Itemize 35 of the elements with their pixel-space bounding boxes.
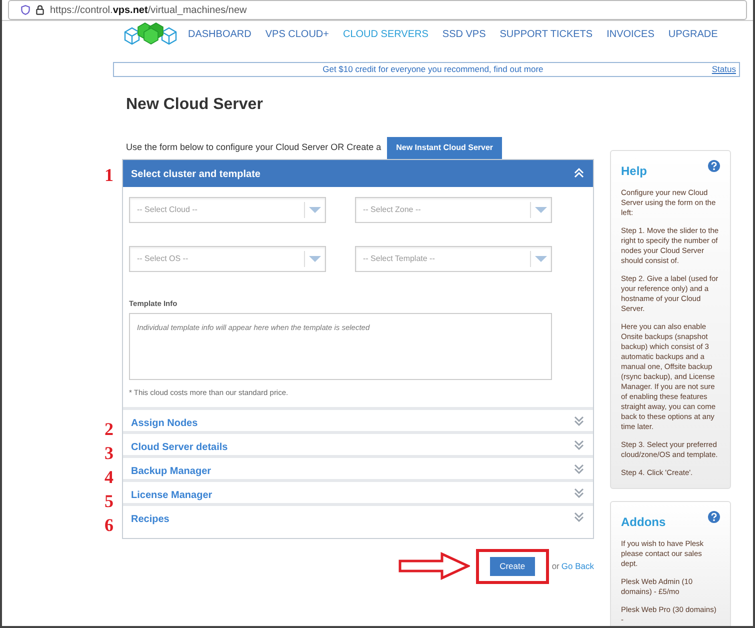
panel-title: Help (621, 162, 648, 180)
select-dropdown[interactable]: -- Select Cloud -- (129, 196, 326, 223)
url-text: https://control.vps.net/virtual_machines/new (50, 4, 247, 18)
intro-text: Use the form below to configure your Cloud Server OR Create a (126, 141, 382, 154)
status-link[interactable]: Status (712, 63, 736, 76)
nav-link[interactable]: INVOICES (606, 26, 654, 42)
address-bar[interactable]: https://control.vps.net/virtual_machines/new (8, 0, 747, 20)
step-number: 4 (104, 466, 114, 489)
nav-link[interactable]: UPGRADE (668, 26, 718, 42)
select-dropdown[interactable]: -- Select Zone -- (355, 196, 552, 223)
step-number: 2 (104, 418, 114, 441)
section-header[interactable]: License Manager (123, 479, 593, 504)
panel-title: Addons (621, 514, 666, 531)
section-header[interactable]: Cloud Server details (123, 431, 593, 456)
nav-link[interactable]: DASHBOARD (188, 26, 252, 42)
step-number: 1 (104, 164, 114, 187)
section-header[interactable]: Recipes (123, 503, 593, 528)
step-number: 5 (104, 490, 114, 513)
section-header[interactable]: Assign Nodes (123, 407, 593, 432)
select-dropdown[interactable]: -- Select OS -- (129, 246, 326, 272)
step-number: 6 (104, 514, 114, 537)
section-header[interactable]: Backup Manager (123, 455, 593, 480)
go-back-link[interactable]: Go Back (561, 560, 594, 573)
section-header[interactable]: Select cluster and template (123, 160, 593, 187)
nav-link[interactable]: SSD VPS (442, 26, 486, 42)
new-instant-server-button[interactable]: New Instant Cloud Server (387, 136, 502, 159)
step-number: 3 (104, 442, 114, 465)
nav-link[interactable]: SUPPORT TICKETS (500, 26, 593, 42)
create-button[interactable]: Create (490, 556, 535, 576)
page-title: New Cloud Server (126, 94, 264, 115)
nav-link[interactable]: VPS CLOUD+ (265, 26, 329, 42)
select-dropdown[interactable]: -- Select Template -- (355, 246, 552, 272)
or-text: or (552, 560, 560, 573)
nav-link[interactable]: CLOUD SERVERS (343, 26, 428, 42)
promo-link[interactable]: Get $10 credit for everyone you recommend, find out more (114, 63, 712, 76)
